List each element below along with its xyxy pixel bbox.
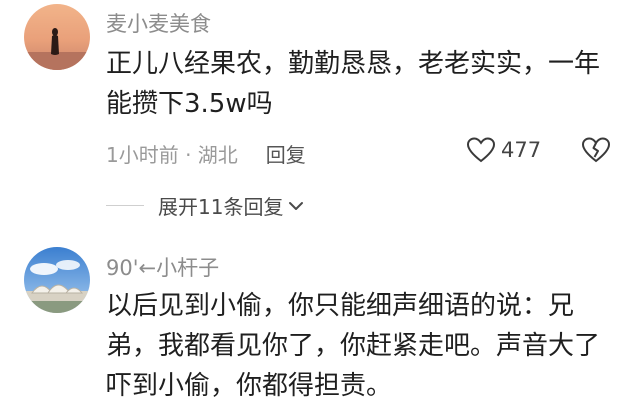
like-count: 477 (501, 138, 542, 162)
sunset-silhouette-avatar-icon (24, 4, 90, 70)
username[interactable]: 90'←小杆子 (106, 252, 219, 282)
comment-meta: 1小时前 · 湖北 回复 (106, 139, 306, 168)
user-avatar[interactable] (24, 4, 90, 70)
comment-time-location: 1小时前 · 湖北 (106, 143, 238, 167)
username[interactable]: 麦小麦美食 (106, 8, 211, 38)
reply-button[interactable]: 回复 (266, 143, 306, 167)
chevron-down-icon (289, 201, 304, 210)
expand-divider (106, 205, 144, 206)
comment-item: 麦小麦美食 正儿八经果农，勤勤恳恳，老老实实，一年能攒下3.5w吗 1小时前 ·… (0, 0, 640, 240)
comment-item: 90'←小杆子 以后见到小偷，你只能细声细语的说：兄弟，我都看见你了，你赶紧走吧… (0, 240, 640, 404)
expand-replies-button[interactable]: 展开11条回复 (106, 191, 305, 220)
user-avatar[interactable] (24, 247, 90, 313)
dislike-button[interactable] (580, 136, 612, 168)
landscape-building-avatar-icon (24, 247, 90, 313)
comment-text: 正儿八经果农，勤勤恳恳，老老实实，一年能攒下3.5w吗 (106, 49, 601, 119)
expand-replies-label: 展开11条回复 (158, 195, 284, 219)
like-button[interactable]: 477 (466, 136, 541, 164)
heart-outline-icon (466, 137, 496, 163)
comment-text: 以后见到小偷，你只能细声细语的说：兄弟，我都看见你了，你赶紧走吧。声音大了吓到小… (106, 291, 601, 401)
broken-heart-icon (581, 137, 611, 163)
